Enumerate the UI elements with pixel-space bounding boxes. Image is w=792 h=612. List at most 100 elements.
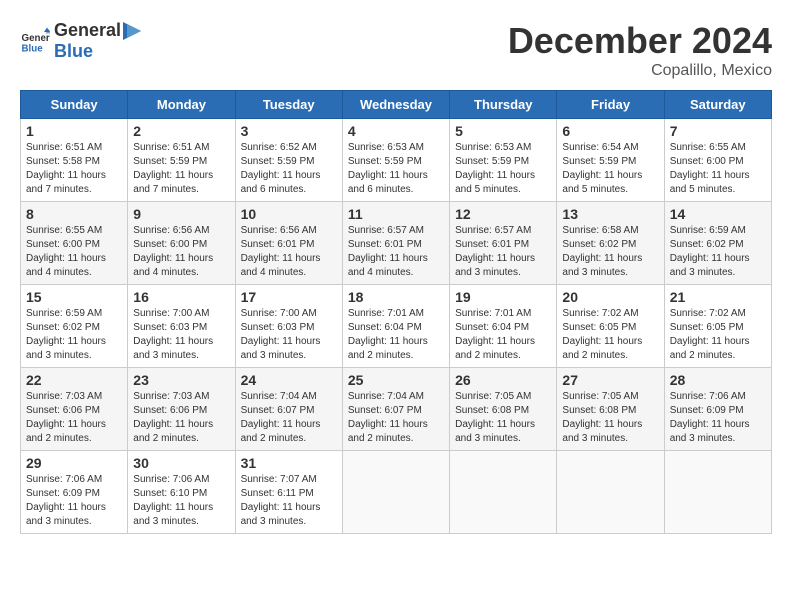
calendar-week-row: 1 Sunrise: 6:51 AM Sunset: 5:58 PM Dayli… — [21, 119, 772, 202]
calendar-cell: 7 Sunrise: 6:55 AM Sunset: 6:00 PM Dayli… — [664, 119, 771, 202]
calendar-cell: 30 Sunrise: 7:06 AM Sunset: 6:10 PM Dayl… — [128, 451, 235, 534]
calendar-header-saturday: Saturday — [664, 91, 771, 119]
calendar-cell: 21 Sunrise: 7:02 AM Sunset: 6:05 PM Dayl… — [664, 285, 771, 368]
calendar-cell: 26 Sunrise: 7:05 AM Sunset: 6:08 PM Dayl… — [450, 368, 557, 451]
calendar-cell: 25 Sunrise: 7:04 AM Sunset: 6:07 PM Dayl… — [342, 368, 449, 451]
day-number: 23 — [133, 372, 229, 388]
day-number: 14 — [670, 206, 766, 222]
logo: General Blue General Blue — [20, 20, 141, 62]
title-area: December 2024 Copalillo, Mexico — [508, 20, 772, 80]
day-info: Sunrise: 6:55 AM Sunset: 6:00 PM Dayligh… — [670, 141, 766, 197]
day-info: Sunrise: 7:00 AM Sunset: 6:03 PM Dayligh… — [133, 307, 229, 363]
day-number: 8 — [26, 206, 122, 222]
calendar-cell: 24 Sunrise: 7:04 AM Sunset: 6:07 PM Dayl… — [235, 368, 342, 451]
calendar-cell: 22 Sunrise: 7:03 AM Sunset: 6:06 PM Dayl… — [21, 368, 128, 451]
logo-arrow-icon — [123, 22, 141, 40]
day-info: Sunrise: 6:55 AM Sunset: 6:00 PM Dayligh… — [26, 224, 122, 280]
day-number: 9 — [133, 206, 229, 222]
calendar-cell: 1 Sunrise: 6:51 AM Sunset: 5:58 PM Dayli… — [21, 119, 128, 202]
day-number: 10 — [241, 206, 337, 222]
header: General Blue General Blue December 2024 … — [20, 20, 772, 80]
day-number: 28 — [670, 372, 766, 388]
day-number: 21 — [670, 289, 766, 305]
calendar-cell: 18 Sunrise: 7:01 AM Sunset: 6:04 PM Dayl… — [342, 285, 449, 368]
calendar-cell — [450, 451, 557, 534]
day-number: 3 — [241, 123, 337, 139]
calendar-cell: 23 Sunrise: 7:03 AM Sunset: 6:06 PM Dayl… — [128, 368, 235, 451]
day-number: 25 — [348, 372, 444, 388]
calendar-cell — [557, 451, 664, 534]
calendar-cell: 16 Sunrise: 7:00 AM Sunset: 6:03 PM Dayl… — [128, 285, 235, 368]
calendar-cell: 17 Sunrise: 7:00 AM Sunset: 6:03 PM Dayl… — [235, 285, 342, 368]
day-number: 19 — [455, 289, 551, 305]
day-info: Sunrise: 7:00 AM Sunset: 6:03 PM Dayligh… — [241, 307, 337, 363]
day-info: Sunrise: 7:06 AM Sunset: 6:09 PM Dayligh… — [26, 473, 122, 529]
calendar-cell: 12 Sunrise: 6:57 AM Sunset: 6:01 PM Dayl… — [450, 202, 557, 285]
day-number: 17 — [241, 289, 337, 305]
day-number: 24 — [241, 372, 337, 388]
calendar-cell: 20 Sunrise: 7:02 AM Sunset: 6:05 PM Dayl… — [557, 285, 664, 368]
calendar-cell: 8 Sunrise: 6:55 AM Sunset: 6:00 PM Dayli… — [21, 202, 128, 285]
day-number: 13 — [562, 206, 658, 222]
calendar-cell: 29 Sunrise: 7:06 AM Sunset: 6:09 PM Dayl… — [21, 451, 128, 534]
day-number: 27 — [562, 372, 658, 388]
day-info: Sunrise: 7:04 AM Sunset: 6:07 PM Dayligh… — [348, 390, 444, 446]
day-number: 4 — [348, 123, 444, 139]
day-number: 7 — [670, 123, 766, 139]
day-number: 29 — [26, 455, 122, 471]
day-number: 20 — [562, 289, 658, 305]
day-number: 22 — [26, 372, 122, 388]
day-number: 31 — [241, 455, 337, 471]
svg-text:Blue: Blue — [22, 44, 44, 55]
location-title: Copalillo, Mexico — [508, 62, 772, 80]
day-info: Sunrise: 6:58 AM Sunset: 6:02 PM Dayligh… — [562, 224, 658, 280]
calendar-cell — [342, 451, 449, 534]
day-info: Sunrise: 7:05 AM Sunset: 6:08 PM Dayligh… — [455, 390, 551, 446]
calendar-cell: 27 Sunrise: 7:05 AM Sunset: 6:08 PM Dayl… — [557, 368, 664, 451]
day-info: Sunrise: 7:04 AM Sunset: 6:07 PM Dayligh… — [241, 390, 337, 446]
calendar-cell: 4 Sunrise: 6:53 AM Sunset: 5:59 PM Dayli… — [342, 119, 449, 202]
day-number: 26 — [455, 372, 551, 388]
day-info: Sunrise: 7:03 AM Sunset: 6:06 PM Dayligh… — [133, 390, 229, 446]
calendar-cell: 6 Sunrise: 6:54 AM Sunset: 5:59 PM Dayli… — [557, 119, 664, 202]
day-number: 16 — [133, 289, 229, 305]
month-title: December 2024 — [508, 20, 772, 62]
day-info: Sunrise: 6:57 AM Sunset: 6:01 PM Dayligh… — [348, 224, 444, 280]
calendar-cell: 31 Sunrise: 7:07 AM Sunset: 6:11 PM Dayl… — [235, 451, 342, 534]
day-info: Sunrise: 7:07 AM Sunset: 6:11 PM Dayligh… — [241, 473, 337, 529]
day-number: 11 — [348, 206, 444, 222]
calendar-header-wednesday: Wednesday — [342, 91, 449, 119]
calendar-cell: 11 Sunrise: 6:57 AM Sunset: 6:01 PM Dayl… — [342, 202, 449, 285]
day-info: Sunrise: 6:53 AM Sunset: 5:59 PM Dayligh… — [455, 141, 551, 197]
day-info: Sunrise: 6:56 AM Sunset: 6:01 PM Dayligh… — [241, 224, 337, 280]
calendar-week-row: 22 Sunrise: 7:03 AM Sunset: 6:06 PM Dayl… — [21, 368, 772, 451]
day-info: Sunrise: 6:54 AM Sunset: 5:59 PM Dayligh… — [562, 141, 658, 197]
day-number: 15 — [26, 289, 122, 305]
day-info: Sunrise: 6:56 AM Sunset: 6:00 PM Dayligh… — [133, 224, 229, 280]
calendar-table: SundayMondayTuesdayWednesdayThursdayFrid… — [20, 90, 772, 534]
calendar-cell: 2 Sunrise: 6:51 AM Sunset: 5:59 PM Dayli… — [128, 119, 235, 202]
day-info: Sunrise: 7:01 AM Sunset: 6:04 PM Dayligh… — [348, 307, 444, 363]
calendar-week-row: 29 Sunrise: 7:06 AM Sunset: 6:09 PM Dayl… — [21, 451, 772, 534]
calendar-cell: 14 Sunrise: 6:59 AM Sunset: 6:02 PM Dayl… — [664, 202, 771, 285]
calendar-cell — [664, 451, 771, 534]
calendar-cell: 5 Sunrise: 6:53 AM Sunset: 5:59 PM Dayli… — [450, 119, 557, 202]
day-info: Sunrise: 6:57 AM Sunset: 6:01 PM Dayligh… — [455, 224, 551, 280]
calendar-week-row: 15 Sunrise: 6:59 AM Sunset: 6:02 PM Dayl… — [21, 285, 772, 368]
calendar-cell: 3 Sunrise: 6:52 AM Sunset: 5:59 PM Dayli… — [235, 119, 342, 202]
day-info: Sunrise: 6:52 AM Sunset: 5:59 PM Dayligh… — [241, 141, 337, 197]
day-info: Sunrise: 7:05 AM Sunset: 6:08 PM Dayligh… — [562, 390, 658, 446]
day-info: Sunrise: 7:06 AM Sunset: 6:09 PM Dayligh… — [670, 390, 766, 446]
logo-text-general: General — [54, 20, 121, 41]
day-number: 18 — [348, 289, 444, 305]
calendar-header-sunday: Sunday — [21, 91, 128, 119]
calendar-cell: 19 Sunrise: 7:01 AM Sunset: 6:04 PM Dayl… — [450, 285, 557, 368]
day-number: 1 — [26, 123, 122, 139]
calendar-header-monday: Monday — [128, 91, 235, 119]
day-info: Sunrise: 6:51 AM Sunset: 5:58 PM Dayligh… — [26, 141, 122, 197]
day-number: 12 — [455, 206, 551, 222]
day-number: 6 — [562, 123, 658, 139]
day-info: Sunrise: 7:02 AM Sunset: 6:05 PM Dayligh… — [562, 307, 658, 363]
calendar-cell: 15 Sunrise: 6:59 AM Sunset: 6:02 PM Dayl… — [21, 285, 128, 368]
calendar-cell: 10 Sunrise: 6:56 AM Sunset: 6:01 PM Dayl… — [235, 202, 342, 285]
